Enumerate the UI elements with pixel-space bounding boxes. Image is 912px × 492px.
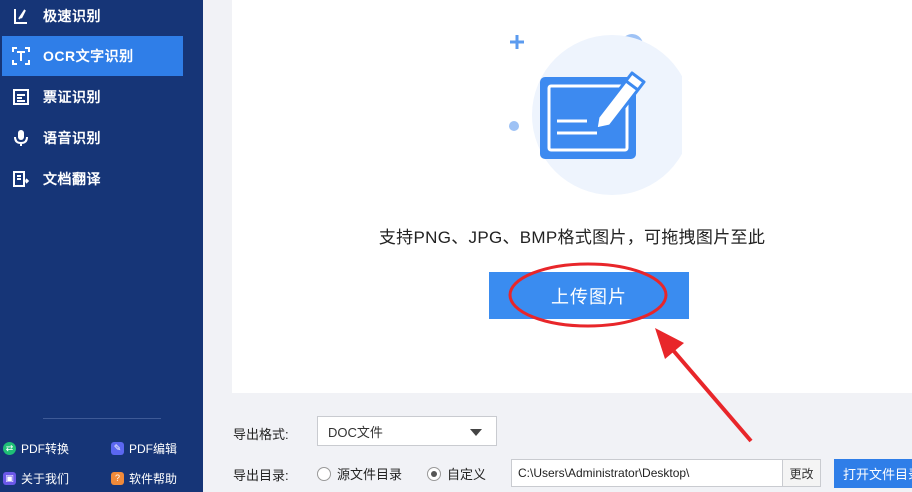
pdf-edit-label: PDF编辑 bbox=[129, 441, 178, 456]
fast-recognize-icon bbox=[10, 5, 32, 27]
pdf-convert-label: PDF转换 bbox=[21, 441, 70, 456]
help-icon: ? bbox=[111, 471, 124, 485]
document-translate-icon bbox=[10, 168, 32, 190]
radio-source-dir[interactable]: 源文件目录 bbox=[317, 464, 402, 483]
sidebar-item-ticket[interactable]: 票证识别 bbox=[0, 77, 203, 117]
help-label: 软件帮助 bbox=[129, 471, 178, 486]
pdf-convert-link[interactable]: ⇄ PDF转换 bbox=[3, 439, 69, 457]
radio-custom-dot bbox=[427, 466, 441, 481]
sidebar-divider bbox=[43, 418, 161, 419]
radio-source-label: 源文件目录 bbox=[337, 467, 403, 482]
sidebar-item-label: 语音识别 bbox=[43, 130, 101, 146]
change-path-button[interactable]: 更改 bbox=[783, 459, 821, 487]
help-link[interactable]: ? 软件帮助 bbox=[111, 469, 177, 487]
upload-image-button[interactable]: 上传图片 bbox=[489, 272, 689, 319]
sidebar-item-label: 票证识别 bbox=[43, 89, 101, 105]
sidebar-item-label: 文档翻译 bbox=[43, 171, 101, 187]
support-formats-text: 支持PNG、JPG、BMP格式图片，可拖拽图片至此 bbox=[378, 228, 766, 247]
export-format-value: DOC文件 bbox=[328, 424, 383, 440]
ocr-text-icon bbox=[10, 45, 32, 67]
export-format-select[interactable]: DOC文件 bbox=[317, 416, 497, 446]
radio-custom-dir[interactable]: 自定义 bbox=[427, 464, 486, 483]
sidebar: 极速识别 OCR文字识别 票证识别 语音识别 文档翻译 ⇄ PDF转换 ✎ PD… bbox=[0, 0, 203, 492]
chevron-down-icon bbox=[470, 429, 482, 436]
export-format-label: 导出格式: bbox=[233, 427, 289, 442]
about-link[interactable]: ▣ 关于我们 bbox=[3, 469, 69, 487]
pdf-convert-icon: ⇄ bbox=[3, 441, 16, 455]
open-folder-button[interactable]: 打开文件目录 bbox=[834, 459, 912, 488]
sidebar-item-voice[interactable]: 语音识别 bbox=[0, 118, 203, 158]
microphone-icon bbox=[10, 127, 32, 149]
pdf-edit-icon: ✎ bbox=[111, 441, 124, 455]
export-path-input[interactable] bbox=[511, 459, 783, 487]
about-icon: ▣ bbox=[3, 471, 16, 485]
sidebar-item-translate[interactable]: 文档翻译 bbox=[0, 159, 203, 199]
radio-source-dot bbox=[317, 466, 331, 481]
sidebar-item-label: OCR文字识别 bbox=[43, 48, 134, 64]
about-label: 关于我们 bbox=[21, 471, 70, 486]
upload-illustration-icon bbox=[509, 34, 682, 195]
export-dir-label: 导出目录: bbox=[233, 468, 289, 483]
ticket-icon bbox=[10, 86, 32, 108]
sidebar-item-ocr[interactable]: OCR文字识别 bbox=[2, 36, 183, 76]
sidebar-item-label: 极速识别 bbox=[43, 8, 101, 24]
sidebar-item-fast-recognize[interactable]: 极速识别 bbox=[0, 0, 203, 36]
upload-drop-area[interactable]: 支持PNG、JPG、BMP格式图片，可拖拽图片至此 上传图片 bbox=[232, 0, 912, 393]
radio-custom-label: 自定义 bbox=[447, 467, 487, 482]
pdf-edit-link[interactable]: ✎ PDF编辑 bbox=[111, 439, 177, 457]
